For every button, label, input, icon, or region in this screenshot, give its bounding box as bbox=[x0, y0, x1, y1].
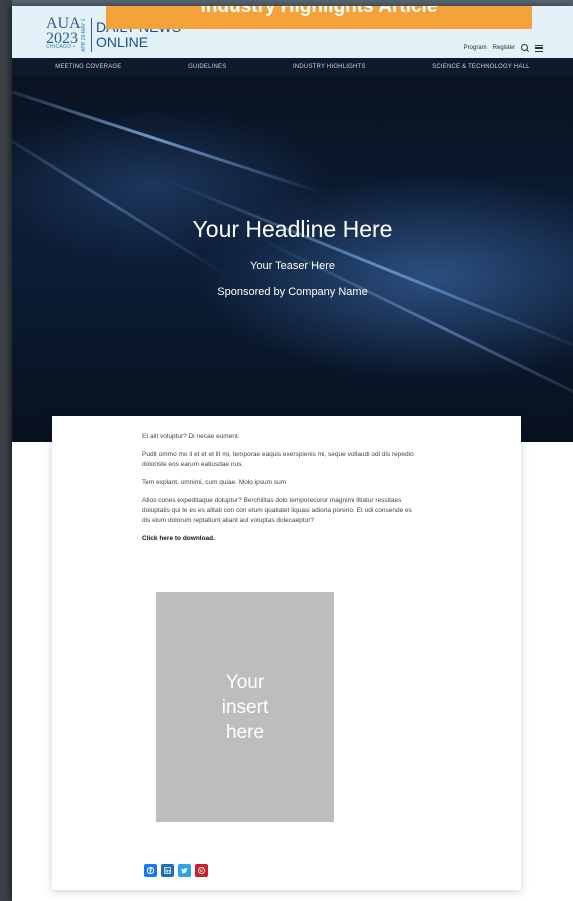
article-paragraph: Et alit voluptur? Di necae eument. bbox=[142, 433, 240, 440]
article-type-banner: Industry Highlights Article bbox=[106, 6, 532, 29]
article-paragraph: Pudit ommo mo il et et et lit mi, tempor… bbox=[142, 451, 414, 468]
logo-city: CHICAGO • bbox=[46, 44, 76, 50]
logo[interactable]: AUA 2023 bbox=[46, 15, 81, 47]
insert-placeholder: Your insert here bbox=[156, 592, 334, 822]
banner-text: Industry Highlights Article bbox=[200, 6, 438, 17]
share-buttons bbox=[144, 864, 208, 877]
hero-light-streak bbox=[12, 80, 324, 195]
page-screenshot: AUA 2023 CHICAGO • APR 28-MAY 1 DAILY NE… bbox=[12, 6, 573, 901]
pinterest-icon[interactable] bbox=[195, 864, 208, 877]
article-paragraph: Atios cones expeditaque doluptur? Berchi… bbox=[142, 497, 412, 524]
article-card: Et alit voluptur? Di necae eument. Pudit… bbox=[52, 416, 521, 890]
register-link[interactable]: Register bbox=[493, 45, 515, 51]
nav-item-meeting-coverage[interactable]: MEETING COVERAGE bbox=[55, 64, 121, 70]
nav-item-science-technology-hall[interactable]: SCIENCE & TECHNOLOGY HALL bbox=[432, 64, 529, 70]
hero-banner: Your Headline Here Your Teaser Here Spon… bbox=[12, 76, 573, 442]
search-icon[interactable] bbox=[521, 44, 529, 52]
facebook-icon[interactable] bbox=[144, 864, 157, 877]
hero-light-streak bbox=[12, 116, 231, 279]
header-links: Program Register bbox=[464, 44, 543, 52]
logo-dates: APR 28-MAY 1 bbox=[81, 18, 87, 52]
main-nav: MEETING COVERAGE GUIDELINES INDUSTRY HIG… bbox=[12, 58, 573, 76]
menu-icon[interactable] bbox=[535, 44, 543, 52]
logo-aua-text: AUA bbox=[46, 15, 81, 32]
twitter-icon[interactable] bbox=[178, 864, 191, 877]
backdrop-edge bbox=[0, 0, 12, 901]
nav-item-guidelines[interactable]: GUIDELINES bbox=[188, 64, 226, 70]
hero-teaser: Your Teaser Here bbox=[250, 260, 335, 272]
hero-sponsor: Sponsored by Company Name bbox=[217, 286, 368, 298]
nav-item-industry-highlights[interactable]: INDUSTRY HIGHLIGHTS bbox=[293, 64, 366, 70]
linkedin-icon[interactable] bbox=[161, 864, 174, 877]
article-body: Et alit voluptur? Di necae eument. Pudit… bbox=[142, 432, 422, 552]
hero-headline: Your Headline Here bbox=[192, 216, 393, 242]
article-paragraph: Tem explant, omnimi, cum quiae. Molo ips… bbox=[142, 479, 287, 486]
logo-divider bbox=[91, 18, 92, 52]
download-link[interactable]: Click here to download. bbox=[142, 534, 422, 544]
program-link[interactable]: Program bbox=[464, 45, 487, 51]
site-title-line2: ONLINE bbox=[96, 34, 149, 50]
